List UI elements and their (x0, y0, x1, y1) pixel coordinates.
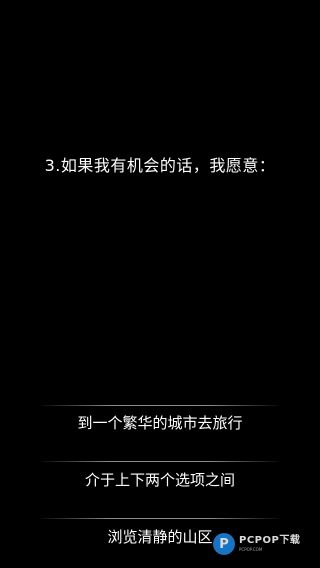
option-in-between[interactable]: 介于上下两个选项之间 (30, 464, 290, 496)
option-divider (38, 461, 282, 462)
option-divider (38, 405, 282, 406)
watermark: P PCPOP下载 PCPOP.COM (213, 529, 317, 559)
watermark-text: PCPOP下载 (239, 535, 301, 546)
option-divider (38, 518, 282, 519)
watermark-subtext: PCPOP.COM (239, 547, 263, 552)
pcpop-logo-icon: P (213, 533, 235, 555)
question-text: 3.如果我有机会的话，我愿意： (44, 156, 276, 175)
option-city-travel[interactable]: 到一个繁华的城市去旅行 (30, 407, 290, 439)
